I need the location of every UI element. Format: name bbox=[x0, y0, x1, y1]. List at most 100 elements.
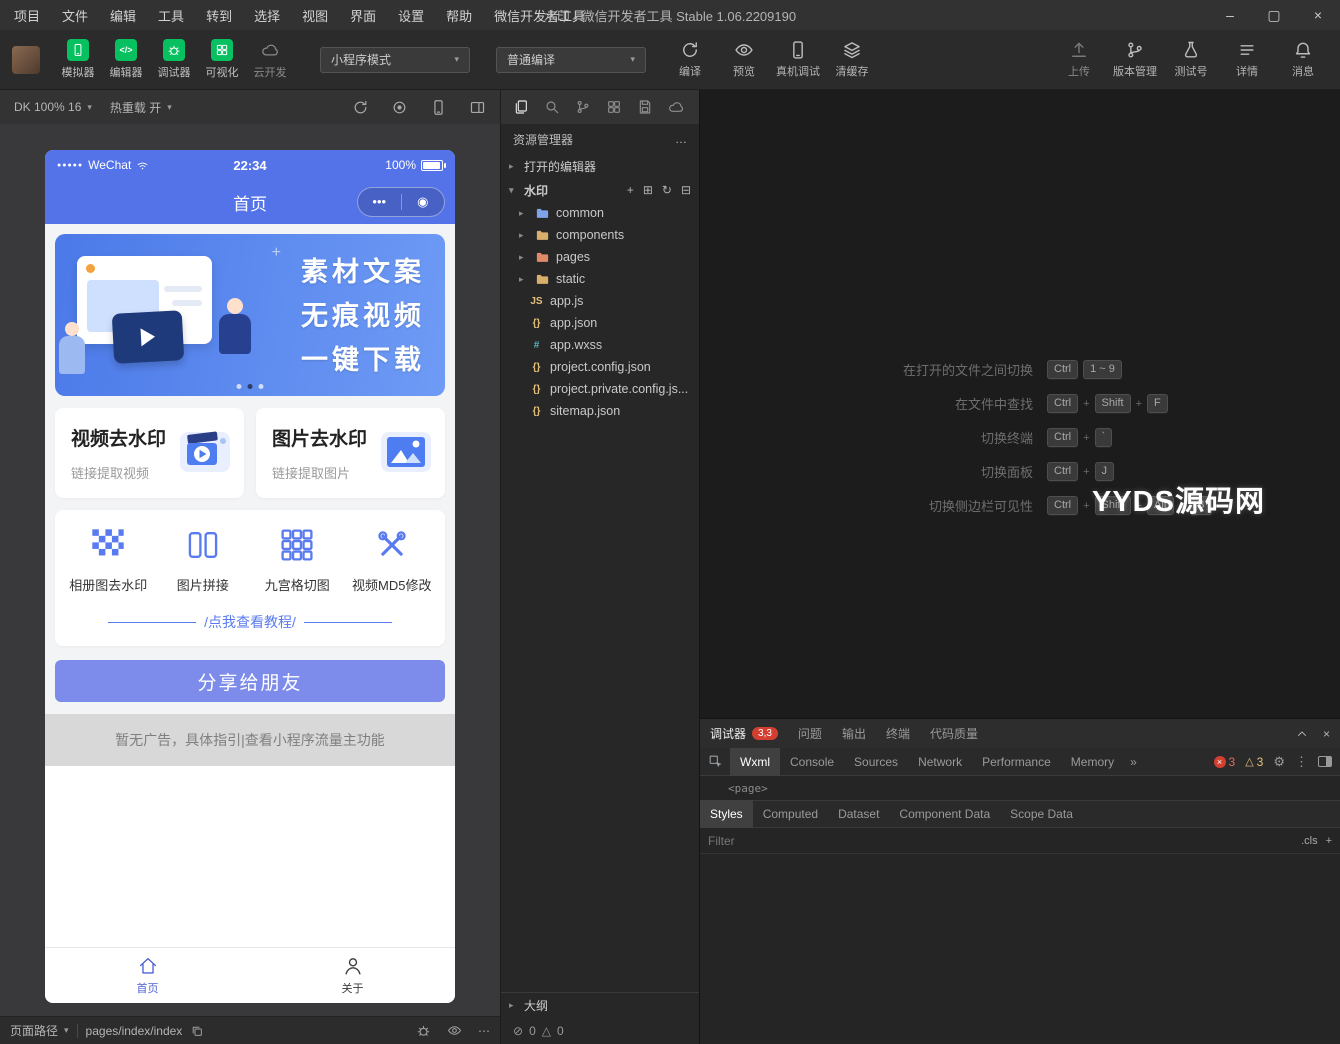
extensions-grid-icon[interactable] bbox=[606, 99, 622, 115]
collapse-all-icon[interactable]: ⊟ bbox=[681, 183, 691, 197]
close-panel-icon[interactable]: × bbox=[1323, 727, 1330, 741]
cloud-sync-icon[interactable] bbox=[668, 99, 684, 115]
tab-problems[interactable]: 问题 bbox=[798, 725, 822, 742]
tree-folder-static[interactable]: ▸ static bbox=[501, 268, 699, 290]
visualization-button[interactable]: 可视化 bbox=[198, 39, 246, 80]
remote-debug-button[interactable]: 真机调试 bbox=[772, 40, 824, 79]
tree-folder-components[interactable]: ▸ components bbox=[501, 224, 699, 246]
upload-button[interactable]: 上传 bbox=[1052, 40, 1106, 79]
copy-path-icon[interactable] bbox=[190, 1024, 204, 1038]
tab-terminal[interactable]: 终端 bbox=[886, 725, 910, 742]
device-icon[interactable] bbox=[430, 99, 447, 116]
style-filter-input[interactable] bbox=[708, 833, 1294, 848]
ad-placeholder[interactable]: 暂无广告，具体指引|查看小程序流量主功能 bbox=[45, 714, 455, 766]
new-style-rule-button[interactable]: + bbox=[1326, 835, 1332, 847]
details-button[interactable]: 详情 bbox=[1220, 40, 1274, 79]
mode-select[interactable]: 小程序模式 ▾ bbox=[320, 46, 470, 73]
console-warnings-badge[interactable]: △ 3 bbox=[1245, 755, 1263, 769]
hot-reload-select[interactable]: 热重载 开 ▾ bbox=[110, 99, 172, 116]
tab-code-quality[interactable]: 代码质量 bbox=[930, 725, 978, 742]
tree-file-project-config[interactable]: {} project.config.json bbox=[501, 356, 699, 378]
video-watermark-card[interactable]: 视频去水印 链接提取视频 bbox=[55, 408, 244, 498]
cloud-dev-button[interactable]: 云开发 bbox=[246, 39, 294, 80]
nine-grid-tool[interactable]: 九宫格切图 bbox=[250, 528, 345, 594]
collapse-panel-icon[interactable] bbox=[1295, 727, 1309, 741]
preview-eye-icon[interactable] bbox=[447, 1023, 462, 1038]
image-stitch-tool[interactable]: 图片拼接 bbox=[156, 528, 251, 594]
close-button[interactable]: × bbox=[1296, 0, 1340, 30]
tree-folder-pages[interactable]: ▸ pages bbox=[501, 246, 699, 268]
clear-cache-button[interactable]: 清缓存 bbox=[826, 40, 878, 79]
debugger-toggle-button[interactable]: 调试器 bbox=[150, 39, 198, 80]
tab-memory[interactable]: Memory bbox=[1061, 748, 1124, 776]
restart-icon[interactable] bbox=[352, 99, 369, 116]
home-capsule-button[interactable]: ◉ bbox=[402, 188, 445, 216]
share-button[interactable]: 分享给朋友 bbox=[55, 660, 445, 702]
tree-file-sitemap-json[interactable]: {} sitemap.json bbox=[501, 400, 699, 422]
project-root-row[interactable]: ▾ 水印 + ⊞ ↻ ⊟ bbox=[501, 178, 699, 202]
test-account-button[interactable]: 测试号 bbox=[1164, 40, 1218, 79]
menu-tools[interactable]: 工具 bbox=[158, 6, 184, 25]
tab-sources[interactable]: Sources bbox=[844, 748, 908, 776]
tab-styles[interactable]: Styles bbox=[700, 800, 753, 828]
outline-section[interactable]: ▸ 大纲 bbox=[501, 992, 699, 1018]
menu-file[interactable]: 文件 bbox=[62, 6, 88, 25]
toggle-class-button[interactable]: .cls bbox=[1301, 835, 1318, 847]
more-menu-button[interactable]: ••• bbox=[358, 188, 401, 216]
compile-mode-select[interactable]: 普通编译 ▾ bbox=[496, 46, 646, 73]
image-watermark-card[interactable]: 图片去水印 链接提取图片 bbox=[256, 408, 445, 498]
tab-about[interactable]: 关于 bbox=[250, 948, 455, 1003]
save-icon[interactable] bbox=[637, 99, 653, 115]
search-icon[interactable] bbox=[544, 99, 560, 115]
layout-columns-icon[interactable] bbox=[469, 99, 486, 116]
tutorial-link[interactable]: /点我查看教程/ bbox=[204, 612, 296, 632]
tab-network[interactable]: Network bbox=[908, 748, 972, 776]
tab-debugger[interactable]: 调试器 3,3 bbox=[710, 725, 778, 742]
vconsole-bug-icon[interactable] bbox=[416, 1023, 431, 1038]
user-avatar[interactable] bbox=[12, 45, 40, 74]
tab-home[interactable]: 首页 bbox=[45, 948, 250, 1003]
album-watermark-tool[interactable]: 相册图去水印 bbox=[61, 528, 156, 594]
devtools-settings-icon[interactable]: ⚙ bbox=[1273, 754, 1285, 770]
dock-side-icon[interactable] bbox=[1318, 756, 1332, 767]
tree-file-project-private-config[interactable]: {} project.private.config.js... bbox=[501, 378, 699, 400]
page-path-select[interactable]: 页面路径 ▾ bbox=[10, 1022, 69, 1039]
devtools-menu-icon[interactable]: ⋮ bbox=[1295, 754, 1308, 770]
device-scale-select[interactable]: DK 100% 16 ▾ bbox=[14, 100, 92, 114]
tree-file-app-json[interactable]: {} app.json bbox=[501, 312, 699, 334]
tab-computed[interactable]: Computed bbox=[753, 800, 828, 828]
wxml-dom-tree[interactable]: <page> bbox=[700, 776, 1340, 800]
menu-interface[interactable]: 界面 bbox=[350, 6, 376, 25]
menu-goto[interactable]: 转到 bbox=[206, 6, 232, 25]
messages-button[interactable]: 消息 bbox=[1276, 40, 1330, 79]
new-folder-icon[interactable]: ⊞ bbox=[643, 183, 653, 197]
more-icon[interactable]: ⋯ bbox=[478, 1024, 490, 1038]
tab-console[interactable]: Console bbox=[780, 748, 844, 776]
problems-status[interactable]: ⊘ 0 △ 0 bbox=[501, 1018, 699, 1044]
minimize-button[interactable]: – bbox=[1208, 0, 1252, 30]
files-icon[interactable] bbox=[513, 99, 529, 115]
tab-overflow-icon[interactable]: » bbox=[1124, 755, 1143, 769]
inspect-element-icon[interactable] bbox=[700, 754, 730, 769]
tab-wxml[interactable]: Wxml bbox=[730, 747, 780, 776]
tree-file-app-js[interactable]: JS app.js bbox=[501, 290, 699, 312]
git-branch-icon[interactable] bbox=[575, 99, 591, 115]
tab-performance[interactable]: Performance bbox=[972, 748, 1061, 776]
promo-banner[interactable]: + 素材文案 无痕视频 一键下载 bbox=[55, 234, 445, 396]
record-icon[interactable] bbox=[391, 99, 408, 116]
video-md5-tool[interactable]: 视频MD5修改 bbox=[345, 528, 440, 594]
preview-button[interactable]: 预览 bbox=[718, 40, 770, 79]
menu-project[interactable]: 项目 bbox=[14, 6, 40, 25]
menu-view[interactable]: 视图 bbox=[302, 6, 328, 25]
menu-select[interactable]: 选择 bbox=[254, 6, 280, 25]
tree-file-app-wxss[interactable]: # app.wxss bbox=[501, 334, 699, 356]
refresh-tree-icon[interactable]: ↻ bbox=[662, 183, 672, 197]
compile-button[interactable]: 编译 bbox=[664, 40, 716, 79]
editor-toggle-button[interactable]: </> 编辑器 bbox=[102, 39, 150, 80]
more-icon[interactable]: … bbox=[675, 132, 687, 146]
menu-settings[interactable]: 设置 bbox=[398, 6, 424, 25]
new-file-icon[interactable]: + bbox=[627, 183, 634, 197]
simulator-toggle-button[interactable]: 模拟器 bbox=[54, 39, 102, 80]
tab-output[interactable]: 输出 bbox=[842, 725, 866, 742]
console-errors-badge[interactable]: × 3 bbox=[1213, 755, 1235, 769]
